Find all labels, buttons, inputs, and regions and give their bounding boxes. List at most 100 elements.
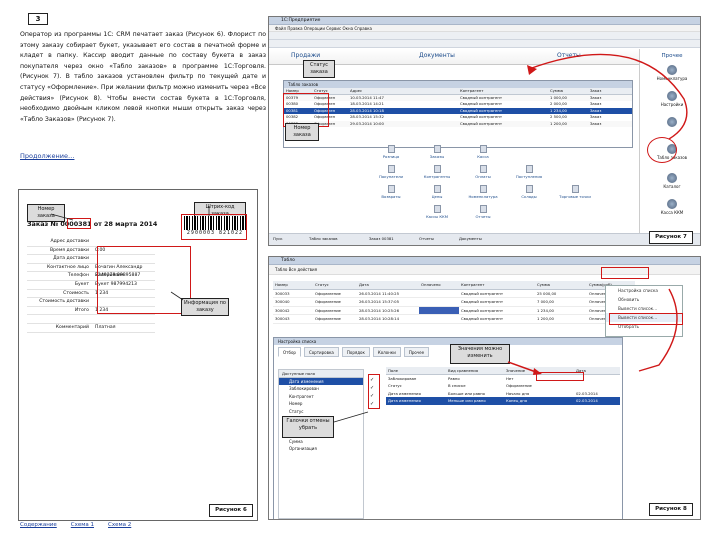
link-returns[interactable]: Возвраты [373, 185, 409, 199]
window-titlebar: 1С:Предприятие [269, 17, 700, 25]
section-documents[interactable]: Документы [419, 52, 455, 59]
document-icon [525, 185, 533, 193]
taskbar: Пуск Табло заказов Заказ 00381 Отчеты До… [269, 233, 700, 245]
highlight-checkboxes [368, 374, 380, 409]
link-orders[interactable]: Заказы [419, 145, 455, 159]
document-icon [433, 165, 441, 173]
table-row[interactable]: 300043 Оформление 28.03.2014 10:28:14 Сводн… [273, 315, 635, 324]
link-prices[interactable]: Цены [419, 185, 455, 199]
document-icon [479, 205, 487, 213]
document-icon [433, 185, 441, 193]
footer-links: Содержание Схема 1 Схема 2 [20, 522, 131, 528]
taskbar-item[interactable]: Отчеты [419, 236, 434, 241]
slide-number: 3 [28, 13, 48, 25]
highlight-all-actions [601, 267, 649, 279]
link-cash[interactable]: Касса [465, 145, 501, 159]
table-row-selected[interactable]: Дата изменения Меньше или равно Конец дня 0… [386, 397, 620, 405]
section-sales[interactable]: Продажи [291, 52, 320, 59]
document-icon [479, 165, 487, 173]
taskbar-item[interactable]: Табло заказов [309, 236, 338, 241]
figure-7-1c-main-window: 1С:Предприятие Файл Правка Операции Серв… [268, 16, 701, 246]
arrow-to-orders-board [527, 53, 688, 140]
highlight-status-column [283, 93, 329, 127]
gear-icon [667, 173, 677, 183]
tree-item[interactable]: Сумма [279, 438, 363, 446]
table-row[interactable]: 300033 Оформление 26.03.2014 11:40:25 Сводн… [273, 290, 635, 298]
order-title: Заказ № 0000381 от 28 марта 2014 [27, 220, 158, 228]
link-cash-registers[interactable]: Кассы ККМ [419, 205, 455, 219]
arrow-to-list-settings [638, 288, 678, 372]
main-menu[interactable]: Файл Правка Операции Сервис Окна Справка [269, 25, 700, 32]
link-scheme-1[interactable]: Схема 1 [71, 522, 94, 528]
link-payments[interactable]: Оплаты [465, 165, 501, 179]
tab-other[interactable]: Прочее [403, 347, 430, 357]
gear-icon [667, 199, 677, 209]
tab-sort[interactable]: Сортировка [303, 347, 339, 357]
link-counterparties[interactable]: Контрагенты [419, 165, 455, 179]
taskbar-item[interactable]: Заказ 00381 [369, 236, 394, 241]
callout-remove-checks: Галочки отмены убрать [282, 416, 334, 438]
dialog-tabs: Отбор Сортировка Порядок Колонки Прочее [278, 347, 430, 357]
continue-link[interactable]: Продолжение… [20, 152, 74, 160]
link-retail[interactable]: Розница [373, 145, 409, 159]
figure-8-caption: Рисунок 8 [649, 503, 693, 516]
tree-item[interactable]: Номер [279, 400, 363, 408]
panel-cash-register[interactable]: Касса ККМ [644, 199, 700, 215]
window-title: 1С:Предприятие [281, 18, 321, 23]
document-icon [479, 185, 487, 193]
arrow-order-number [50, 213, 74, 221]
taskbar-item[interactable]: Документы [459, 236, 482, 241]
arrow-barcode [208, 206, 210, 216]
link-buyers[interactable]: Покупатели [373, 165, 409, 179]
document-icon [525, 165, 533, 173]
tree-item[interactable]: Контрагент [279, 393, 363, 401]
window-title: Табло [281, 258, 295, 263]
tab-columns[interactable]: Колонки [372, 347, 401, 357]
tab-order[interactable]: Порядок [341, 347, 370, 357]
tab-filter[interactable]: Отбор [278, 347, 301, 357]
link-warehouses[interactable]: Склады [511, 185, 547, 199]
filter-grid-header: Поле Вид сравнения Значение Дата [386, 367, 620, 375]
callout-order-status: Статус заказа [303, 60, 335, 78]
figure-6-print-form: Номер заказа Штрих-код заказа Заказ № 00… [18, 189, 258, 521]
dialog-title: Настройка списка [274, 338, 622, 345]
callout-order-number: Номер заказа [285, 123, 319, 141]
filter-grid: Поле Вид сравнения Значение Дата Заблоки… [386, 367, 620, 405]
tree-item[interactable]: Заблокирован [279, 385, 363, 393]
link-receipts[interactable]: Поступления [511, 165, 547, 179]
document-icon [571, 185, 579, 193]
panel-catalog[interactable]: Каталог [644, 173, 700, 189]
link-nomenclature[interactable]: Номенклатура [465, 185, 501, 199]
table-row[interactable]: 300040 Оформление 26.03.2014 15:37:05 Сводн… [273, 298, 635, 307]
link-contents[interactable]: Содержание [20, 522, 57, 528]
link-reports[interactable]: Отчеты [465, 205, 501, 219]
figure-7-caption: Рисунок 7 [649, 231, 693, 244]
taskbar-start[interactable]: Пуск [273, 236, 282, 241]
window-titlebar: Табло [269, 257, 700, 265]
document-icon [433, 145, 441, 153]
tree-header: Доступные поля [279, 370, 363, 378]
tree-item[interactable]: Организация [279, 445, 363, 453]
orders-list: Номер Статус Дата Оплачено Контрагент Су… [273, 281, 635, 324]
link-scheme-2[interactable]: Схема 2 [108, 522, 131, 528]
table-row[interactable]: Статус В списке Оформление [386, 382, 620, 390]
list-header: Номер Статус Дата Оплачено Контрагент Су… [273, 281, 635, 290]
figure-8-list-settings: Табло Табло Все действия Номер Статус Да… [268, 256, 701, 520]
order-field-row: Комментарий Платная [27, 324, 155, 333]
list-settings-dialog: Настройка списка Отбор Сортировка Порядо… [273, 337, 623, 519]
link-outlets[interactable]: Торговые точки [557, 185, 593, 199]
available-fields-tree: Доступные поля Дата изменения Заблокиров… [278, 369, 364, 519]
callout-value-editable: Значения можно изменить [450, 344, 510, 364]
tree-item[interactable]: Дата изменения [279, 377, 363, 385]
order-field-row [27, 315, 155, 324]
document-icon [387, 185, 395, 193]
table-row[interactable]: Заблокирован Равно Нет [386, 375, 620, 383]
table-row[interactable]: 300042 Оформление 28.03.2014 10:25:26 Сводн… [273, 306, 635, 315]
arrow-checkboxes [333, 411, 369, 423]
document-icon [387, 165, 395, 173]
arrow-value [507, 361, 542, 375]
document-icon [479, 145, 487, 153]
figure-6-caption: Рисунок 6 [209, 504, 253, 517]
document-icon [433, 205, 441, 213]
table-row[interactable]: Дата изменения Больше или равно Начало дня… [386, 390, 620, 398]
